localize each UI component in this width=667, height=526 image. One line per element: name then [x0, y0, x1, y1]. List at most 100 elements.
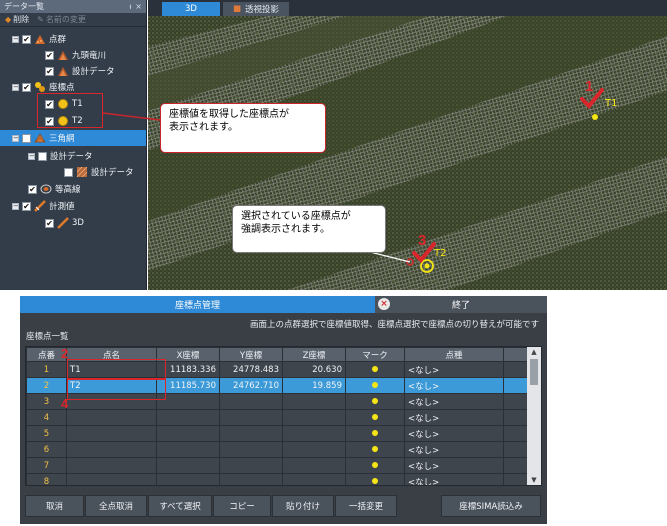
cell-spacer [503, 441, 528, 458]
col-header-mark[interactable]: マーク [345, 347, 405, 362]
mark-dot-icon [372, 413, 378, 420]
cell-mark[interactable] [345, 409, 405, 426]
cell-z[interactable]: 20.630 [282, 361, 346, 378]
cell-kind[interactable]: <なし> [404, 425, 504, 442]
cell-no: 6 [26, 441, 67, 458]
cell-y[interactable] [219, 393, 283, 410]
cell-spacer [503, 393, 528, 410]
cell-x[interactable] [156, 409, 220, 426]
table-row[interactable]: 4 <なし> [26, 409, 528, 426]
tree-highlight-box [37, 93, 103, 128]
mark-dot-icon [372, 381, 378, 388]
cell-y[interactable] [219, 441, 283, 458]
callout-line: 表示されます。 [169, 122, 238, 133]
select-all-button[interactable]: すべて選択 [148, 495, 212, 517]
sima-import-button[interactable]: 座標SIMA読込み [441, 495, 541, 517]
deselect-all-button[interactable]: 全点取消 [85, 495, 147, 517]
end-button[interactable]: × 終了 [375, 296, 547, 313]
coordinate-point-dialog: 座標点管理 × 終了 画面上の点群選択で座標値取得、座標点選択で座標点の切り替え… [20, 296, 547, 524]
cell-mark[interactable] [345, 457, 405, 474]
callout-selected-point: 選択されている座標点が 強調表示されます。 [232, 205, 386, 253]
cell-spacer [503, 361, 528, 378]
cell-spacer [503, 425, 528, 442]
button-spacer [398, 495, 440, 517]
row-highlight-box [67, 378, 166, 400]
cell-z[interactable]: 19.859 [282, 377, 346, 394]
cell-no: 4 [26, 409, 67, 426]
cell-y[interactable]: 24762.710 [219, 377, 283, 394]
cell-y[interactable] [219, 425, 283, 442]
cell-spacer [503, 457, 528, 474]
paste-button[interactable]: 貼り付け [272, 495, 334, 517]
step-badge-2: 2 [61, 346, 69, 361]
cell-no: 2 [26, 377, 67, 394]
cell-z[interactable] [282, 425, 346, 442]
cell-x[interactable] [156, 425, 220, 442]
dialog-button-bar: 取消 全点取消 すべて選択 コピー 貼り付け 一括変更 座標SIMA読込み [25, 495, 542, 517]
table-row[interactable]: 7 <なし> [26, 457, 528, 474]
cell-y[interactable] [219, 409, 283, 426]
cell-mark[interactable] [345, 441, 405, 458]
cell-z[interactable] [282, 409, 346, 426]
mark-dot-icon [372, 477, 378, 484]
cell-name[interactable] [66, 457, 157, 474]
step-badge-4: 4 [61, 396, 69, 411]
cell-kind[interactable]: <なし> [404, 441, 504, 458]
cell-no: 7 [26, 457, 67, 474]
cell-no: 8 [26, 473, 67, 485]
cell-name[interactable] [66, 473, 157, 485]
cell-mark[interactable] [345, 361, 405, 378]
col-header-y[interactable]: Y座標 [219, 347, 283, 362]
cell-z[interactable] [282, 473, 346, 485]
table-row[interactable]: 6 <なし> [26, 441, 528, 458]
cell-mark[interactable] [345, 473, 405, 485]
vertical-scrollbar[interactable]: ▲ ▼ [527, 347, 541, 485]
end-label: 終了 [451, 301, 470, 311]
dialog-header: 座標点管理 × 終了 [20, 296, 547, 313]
copy-button[interactable]: コピー [213, 495, 271, 517]
cell-no: 5 [26, 425, 67, 442]
cell-mark[interactable] [345, 425, 405, 442]
cell-mark[interactable] [345, 393, 405, 410]
step-badge-3: 3 [418, 232, 427, 249]
cell-spacer [503, 473, 528, 485]
cell-kind[interactable]: <なし> [404, 409, 504, 426]
col-header-z[interactable]: Z座標 [282, 347, 346, 362]
callout-line: 座標値を取得した座標点が [169, 109, 289, 120]
table-row[interactable]: 5 <なし> [26, 425, 528, 442]
cancel-button[interactable]: 取消 [25, 495, 84, 517]
scroll-down-icon[interactable]: ▼ [527, 475, 541, 485]
cell-kind[interactable]: <なし> [404, 457, 504, 474]
scroll-up-icon[interactable]: ▲ [527, 347, 541, 357]
close-icon: × [378, 298, 390, 310]
col-header-kind[interactable]: 点種 [404, 347, 504, 362]
cell-y[interactable] [219, 457, 283, 474]
cell-y[interactable] [219, 473, 283, 485]
bulk-change-button[interactable]: 一括変更 [335, 495, 397, 517]
table-row[interactable]: 8 <なし> [26, 473, 528, 485]
cell-x[interactable] [156, 441, 220, 458]
mark-dot-icon [372, 429, 378, 436]
cell-x[interactable] [156, 473, 220, 485]
row-highlight-box [67, 359, 166, 380]
cell-spacer [503, 377, 528, 394]
cell-z[interactable] [282, 457, 346, 474]
cell-name[interactable] [66, 409, 157, 426]
callout-acquired-points: 座標値を取得した座標点が 表示されます。 [160, 103, 326, 153]
cell-y[interactable]: 24778.483 [219, 361, 283, 378]
cell-no: 1 [26, 361, 67, 378]
cell-mark[interactable] [345, 377, 405, 394]
cell-kind[interactable]: <なし> [404, 377, 504, 394]
scroll-thumb[interactable] [530, 359, 538, 385]
cell-x[interactable] [156, 457, 220, 474]
cell-name[interactable] [66, 441, 157, 458]
tab-coordinate-management[interactable]: 座標点管理 [20, 296, 375, 313]
cell-z[interactable] [282, 393, 346, 410]
mark-dot-icon [372, 445, 378, 452]
cell-name[interactable] [66, 425, 157, 442]
cell-kind[interactable]: <なし> [404, 473, 504, 485]
cell-kind[interactable]: <なし> [404, 361, 504, 378]
cell-kind[interactable]: <なし> [404, 393, 504, 410]
col-header-spacer [503, 347, 528, 362]
cell-z[interactable] [282, 441, 346, 458]
